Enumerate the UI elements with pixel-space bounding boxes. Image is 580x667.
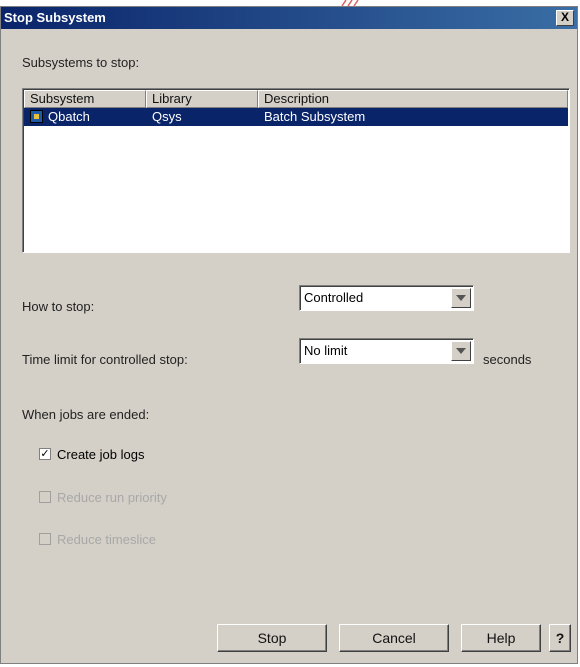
- cell-description: Batch Subsystem: [264, 109, 366, 124]
- jobs-ended-label: When jobs are ended:: [22, 407, 150, 422]
- how-to-stop-label: How to stop:: [22, 299, 95, 314]
- cancel-button[interactable]: Cancel: [339, 624, 449, 652]
- title-bar: Stop Subsystem X: [1, 7, 577, 29]
- close-button[interactable]: X: [556, 10, 574, 26]
- chevron-down-icon[interactable]: [451, 288, 471, 308]
- column-library[interactable]: Library: [146, 90, 258, 108]
- column-subsystem[interactable]: Subsystem: [24, 90, 146, 108]
- reduce-run-priority-checkbox: [39, 491, 51, 503]
- stop-subsystem-dialog: Stop Subsystem X Subsystems to stop: Sub…: [0, 6, 578, 664]
- time-limit-value: No limit: [304, 343, 348, 358]
- subsystem-list[interactable]: Subsystem Library Description Qbatch Qsy…: [22, 88, 570, 253]
- how-to-stop-dropdown[interactable]: Controlled: [299, 285, 474, 311]
- reduce-run-priority-label: Reduce run priority: [57, 490, 167, 505]
- subsystem-icon: [30, 110, 43, 123]
- column-description[interactable]: Description: [258, 90, 568, 108]
- cell-subsystem: Qbatch: [48, 109, 90, 124]
- subsystems-label: Subsystems to stop:: [22, 55, 140, 70]
- reduce-timeslice-label: Reduce timeslice: [57, 532, 156, 547]
- cell-library: Qsys: [152, 109, 182, 124]
- reduce-timeslice-checkbox: [39, 533, 51, 545]
- time-limit-label: Time limit for controlled stop:: [22, 352, 188, 367]
- whats-this-button[interactable]: ?: [549, 624, 571, 652]
- create-job-logs-checkbox[interactable]: ✓: [39, 448, 51, 460]
- help-button[interactable]: Help: [461, 624, 541, 652]
- window-title: Stop Subsystem: [4, 10, 106, 25]
- how-to-stop-value: Controlled: [304, 290, 364, 305]
- seconds-label: seconds: [483, 352, 532, 367]
- list-header: Subsystem Library Description: [24, 90, 568, 108]
- stop-button[interactable]: Stop: [217, 624, 327, 652]
- chevron-down-icon[interactable]: [451, 341, 471, 361]
- create-job-logs-label: Create job logs: [57, 447, 145, 462]
- table-row[interactable]: Qbatch Qsys Batch Subsystem: [24, 108, 568, 126]
- time-limit-dropdown[interactable]: No limit: [299, 338, 474, 364]
